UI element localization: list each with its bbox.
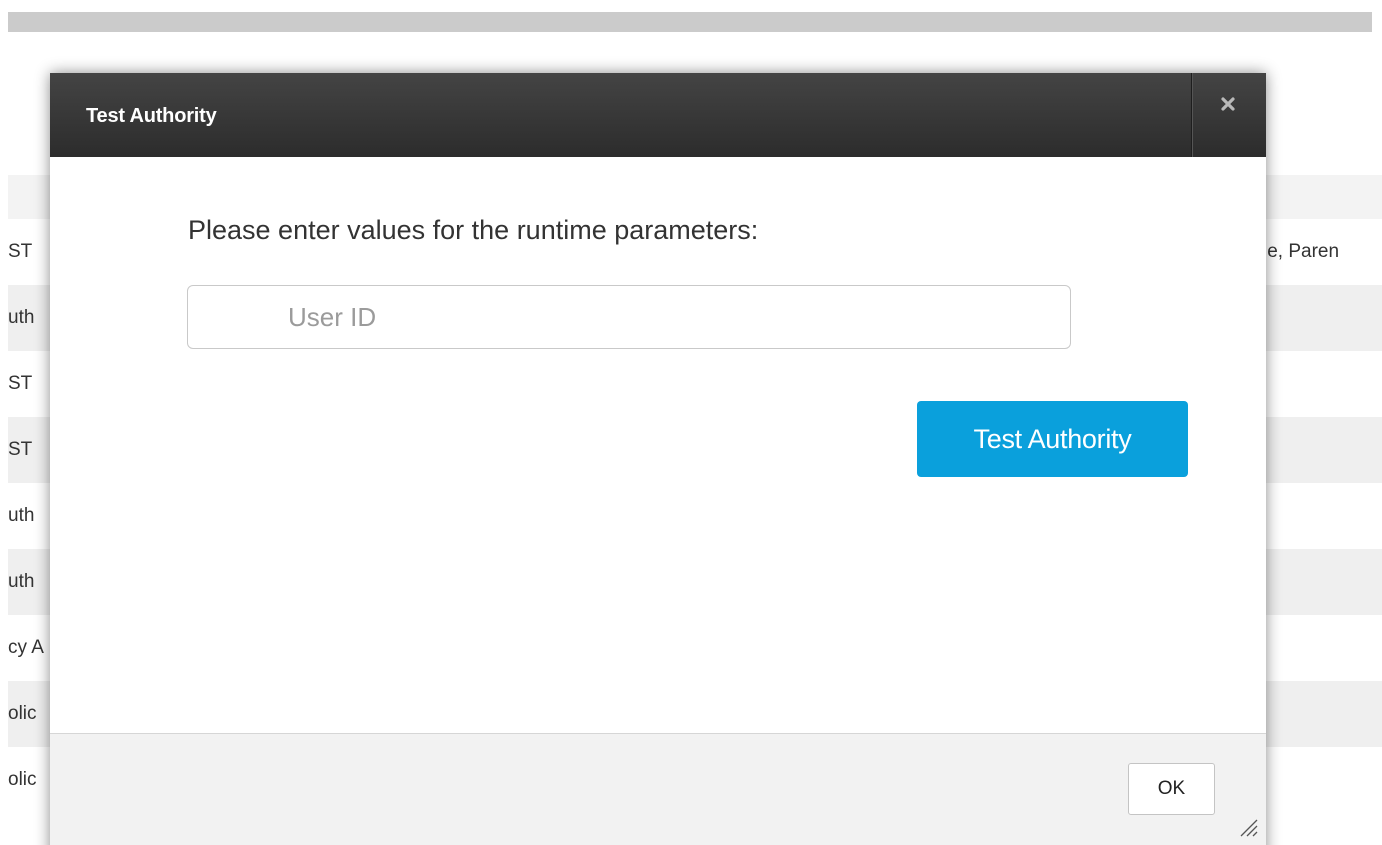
dialog-footer: OK: [50, 733, 1266, 845]
test-authority-button[interactable]: Test Authority: [917, 401, 1188, 477]
dialog-header[interactable]: Test Authority: [50, 73, 1266, 157]
ok-button[interactable]: OK: [1128, 763, 1215, 815]
resize-grip-icon: [1240, 819, 1258, 837]
test-authority-dialog: Test Authority Please enter values for t…: [50, 73, 1266, 845]
close-icon: [1221, 97, 1235, 111]
table-cell: ST: [8, 373, 33, 394]
dialog-body: Please enter values for the runtime para…: [50, 157, 1266, 733]
table-cell: cy A: [8, 637, 44, 658]
prompt-text: Please enter values for the runtime para…: [188, 215, 759, 245]
table-cell: uth: [8, 505, 35, 526]
close-button[interactable]: [1191, 73, 1266, 157]
table-cell: olic: [8, 703, 37, 724]
table-cell: uth: [8, 571, 35, 592]
table-cell: ST: [8, 439, 33, 460]
table-cell: uth: [8, 307, 35, 328]
resize-handle[interactable]: [1237, 816, 1259, 838]
table-cell: olic: [8, 769, 37, 790]
dialog-title: Test Authority: [86, 105, 217, 127]
table-cell: ST: [8, 241, 33, 262]
table-cell: ie, Paren: [1263, 241, 1340, 262]
page: ST ie, Paren uth ST ST uth uth cy A olic…: [0, 0, 1382, 845]
top-toolbar-bar: [8, 12, 1372, 32]
user-id-input[interactable]: [187, 285, 1071, 349]
